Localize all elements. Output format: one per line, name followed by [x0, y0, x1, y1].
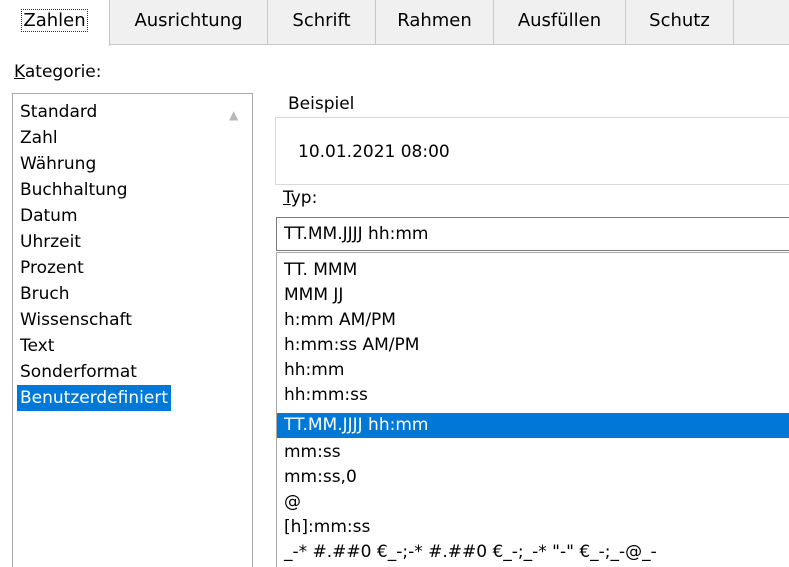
- kategorie-label-text: ategorie:: [24, 62, 102, 82]
- tab-bar: Zahlen Ausrichtung Schrift Rahmen Ausfül…: [0, 0, 789, 46]
- tab-schrift-label: Schrift: [292, 10, 351, 31]
- typ-label: Typ:: [283, 188, 317, 208]
- kategorie-item-text[interactable]: Text: [17, 333, 57, 359]
- typ-item[interactable]: TT. MMM: [284, 258, 357, 283]
- typ-item[interactable]: h:mm:ss AM/PM: [284, 333, 419, 358]
- kategorie-item-buchhaltung[interactable]: Buchhaltung: [17, 177, 130, 203]
- beispiel-label: Beispiel: [284, 94, 359, 114]
- typ-access-key: T: [283, 188, 291, 208]
- typ-item-selected[interactable]: TT.MM.JJJJ hh:mm: [277, 413, 789, 438]
- kategorie-item-prozent[interactable]: Prozent: [17, 255, 87, 281]
- tab-zahlen-label: Zahlen: [21, 9, 88, 32]
- kategorie-list[interactable]: Standard Zahl Währung Buchhaltung Datum …: [12, 93, 253, 567]
- typ-item[interactable]: mm:ss: [284, 440, 341, 465]
- kategorie-label: Kategorie:: [14, 62, 102, 82]
- typ-item[interactable]: [h]:mm:ss: [284, 515, 370, 540]
- typ-item[interactable]: @: [284, 490, 301, 515]
- tab-rahmen-label: Rahmen: [397, 10, 472, 31]
- kategorie-item-sonderformat[interactable]: Sonderformat: [17, 359, 140, 385]
- tab-ausfuellen[interactable]: Ausfüllen: [494, 0, 626, 44]
- kategorie-item-wissenschaft[interactable]: Wissenschaft: [17, 307, 135, 333]
- tab-schutz[interactable]: Schutz: [626, 0, 734, 44]
- tab-zahlen[interactable]: Zahlen: [0, 0, 110, 46]
- kategorie-item-bruch[interactable]: Bruch: [17, 281, 73, 307]
- kategorie-item-standard[interactable]: Standard: [17, 99, 100, 125]
- kategorie-item-datum[interactable]: Datum: [17, 203, 81, 229]
- beispiel-value: 10.01.2021 08:00: [298, 142, 450, 162]
- typ-item[interactable]: _-* #.##0 €_-;-* #.##0 €_-;_-* "-" €_-;_…: [284, 540, 657, 565]
- kategorie-item-zahl[interactable]: Zahl: [17, 125, 61, 151]
- tab-schutz-label: Schutz: [649, 10, 710, 31]
- kategorie-item-uhrzeit[interactable]: Uhrzeit: [17, 229, 84, 255]
- typ-item[interactable]: hh:mm:ss: [284, 383, 368, 408]
- tab-divider: [0, 44, 789, 45]
- tab-schrift[interactable]: Schrift: [268, 0, 376, 44]
- tab-rahmen[interactable]: Rahmen: [376, 0, 494, 44]
- typ-item[interactable]: MMM JJ: [284, 283, 343, 308]
- tab-ausrichtung[interactable]: Ausrichtung: [110, 0, 268, 44]
- typ-item[interactable]: h:mm AM/PM: [284, 308, 396, 333]
- typ-input[interactable]: [276, 217, 789, 251]
- typ-list[interactable]: TT. MMM MMM JJ h:mm AM/PM h:mm:ss AM/PM …: [276, 252, 789, 567]
- tab-ausfuellen-label: Ausfüllen: [517, 10, 602, 31]
- typ-label-text: yp:: [290, 188, 318, 208]
- typ-item[interactable]: mm:ss,0: [284, 465, 357, 490]
- typ-item[interactable]: hh:mm: [284, 358, 344, 383]
- kategorie-access-key: K: [14, 62, 25, 82]
- kategorie-item-waehrung[interactable]: Währung: [17, 151, 99, 177]
- scroll-up-icon[interactable]: ▲: [229, 108, 243, 122]
- tab-ausrichtung-label: Ausrichtung: [134, 10, 243, 31]
- kategorie-item-benutzerdefiniert[interactable]: Benutzerdefiniert: [17, 385, 171, 411]
